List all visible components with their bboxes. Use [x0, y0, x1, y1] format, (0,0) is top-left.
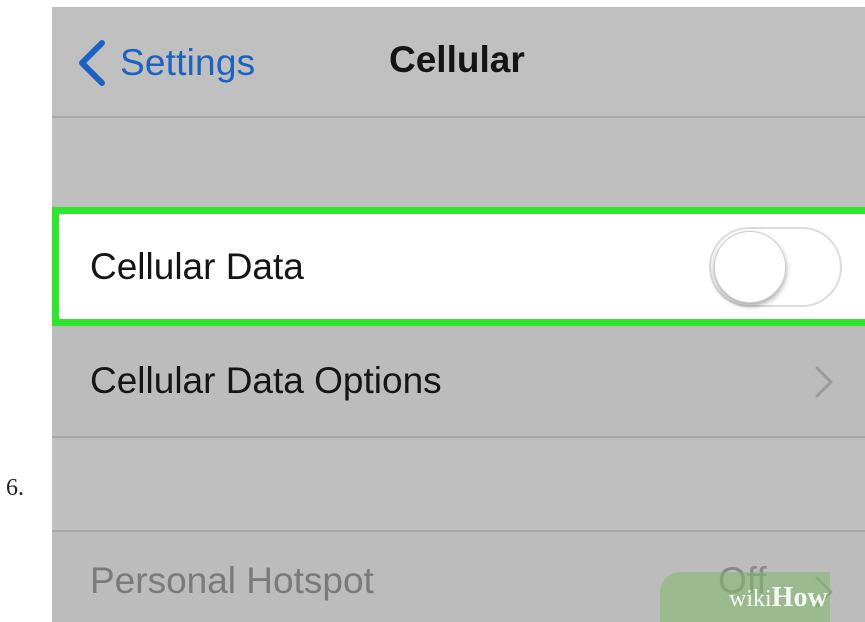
chevron-right-icon [815, 366, 833, 398]
section-spacer [52, 440, 865, 530]
back-button-label: Settings [120, 42, 256, 83]
back-button[interactable]: Settings [72, 35, 255, 91]
watermark-how: How [771, 582, 828, 613]
watermark-wiki: wiki [729, 586, 772, 612]
chevron-left-icon [79, 40, 105, 86]
toggle-knob [714, 231, 786, 303]
section-spacer [52, 120, 865, 207]
cellular-data-toggle[interactable] [709, 227, 842, 307]
cellular-data-options-row[interactable]: Cellular Data Options [52, 326, 865, 438]
iphone-screen: Settings Cellular Cellular Data Cellular… [52, 7, 865, 622]
cellular-data-options-label: Cellular Data Options [90, 360, 442, 401]
page-title: Cellular [389, 39, 525, 80]
personal-hotspot-label: Personal Hotspot [90, 560, 374, 601]
navigation-bar: Settings Cellular [52, 7, 865, 118]
cellular-data-label: Cellular Data [90, 245, 304, 287]
cellular-data-row: Cellular Data [52, 207, 865, 326]
step-number: 6. [6, 475, 24, 501]
wikihow-watermark: wikiHow [729, 582, 828, 614]
